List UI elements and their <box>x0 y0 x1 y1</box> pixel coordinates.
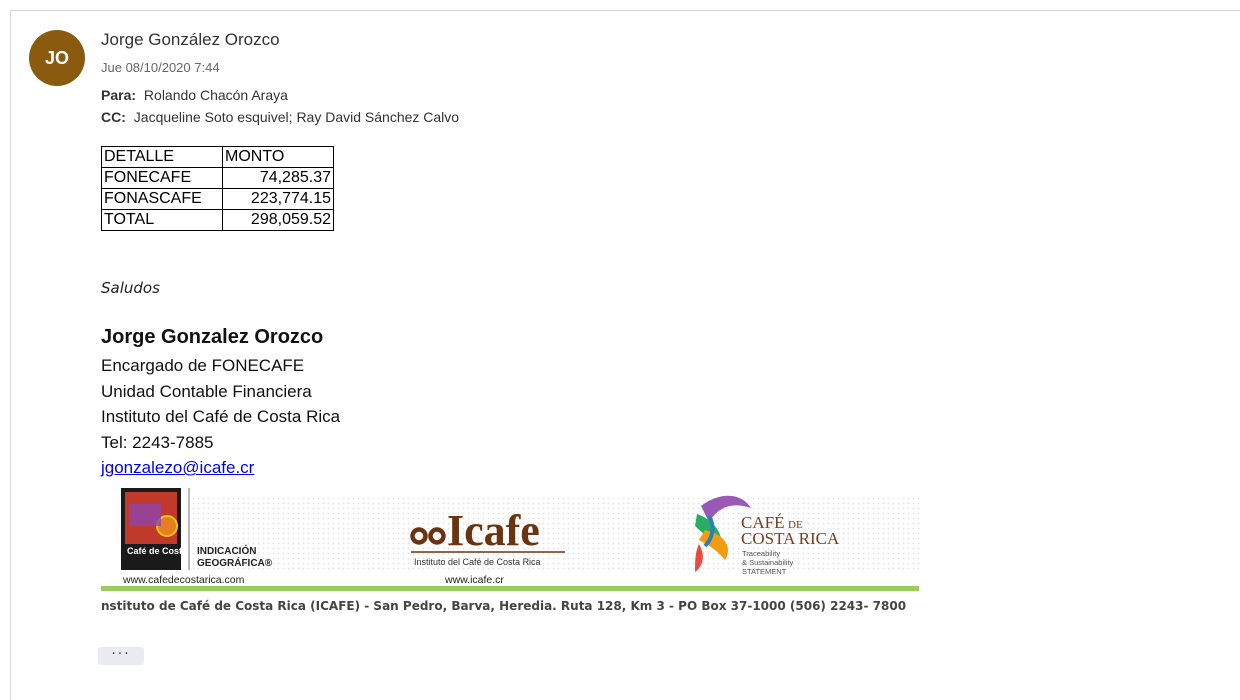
signature-role: Encargado de FONECAFE <box>101 356 305 375</box>
sent-date: Jue 08/10/2020 7:44 <box>101 60 220 75</box>
table-header-row: DETALLE MONTO <box>101 146 334 168</box>
table-cell: TOTAL <box>101 209 223 231</box>
cc-recipient-list[interactable]: Jacqueline Soto esquivel; Ray David Sánc… <box>134 109 459 125</box>
signature-email-link[interactable]: jgonzalezo@icafe.cr <box>101 458 254 477</box>
table-cell: FONASCAFE <box>101 188 223 210</box>
ig-line1: INDICACIÓN <box>197 544 256 557</box>
icafe-brand: Icafe <box>447 506 540 555</box>
to-recipients: Para: Rolando Chacón Araya <box>101 87 288 103</box>
site1-text: www.cafedecostarica.com <box>122 574 245 586</box>
table-cell: FONECAFE <box>101 167 223 189</box>
sender-name[interactable]: Jorge González Orozco <box>101 30 280 50</box>
trace-line1: Traceability <box>742 549 780 558</box>
signature-org: Instituto del Café de Costa Rica <box>101 407 341 426</box>
email-signature: Jorge Gonzalez Orozco Encargado de FONEC… <box>101 326 340 481</box>
trace-line2: & Sustainability <box>742 558 794 567</box>
footer-address: nstituto de Café de Costa Rica (ICAFE) -… <box>101 599 907 613</box>
table-row: FONASCAFE 223,774.15 <box>101 188 334 210</box>
icafe-tagline: Instituto del Café de Costa Rica <box>414 557 541 567</box>
site2-text: www.icafe.cr <box>444 574 504 586</box>
ig-line2: GEOGRÁFICA® <box>197 556 273 569</box>
amounts-table: DETALLE MONTO FONECAFE 74,285.37 FONASCA… <box>101 146 334 231</box>
table-row: FONECAFE 74,285.37 <box>101 167 334 189</box>
signature-unit: Unidad Contable Financiera <box>101 381 312 401</box>
to-label: Para: <box>101 87 137 103</box>
table-header-cell: MONTO <box>222 146 334 168</box>
signature-phone: Tel: 2243-7885 <box>101 432 214 452</box>
table-cell: 223,774.15 <box>222 188 334 210</box>
trace-line3: STATEMENT <box>742 567 787 576</box>
greeting-text: Saludos <box>101 279 160 297</box>
sender-avatar[interactable]: JO <box>29 30 85 86</box>
to-recipient[interactable]: Rolando Chacón Araya <box>144 87 288 103</box>
signature-name: Jorge Gonzalez Orozco <box>101 326 324 348</box>
banner-green-rule <box>101 586 919 591</box>
cc-label: CC: <box>101 109 126 125</box>
show-more-button[interactable]: ··· <box>98 647 144 665</box>
table-cell: 74,285.37 <box>222 167 334 189</box>
table-header-cell: DETALLE <box>101 146 223 168</box>
table-row: TOTAL 298,059.52 <box>101 209 334 231</box>
cc-recipients: CC: Jacqueline Soto esquivel; Ray David … <box>101 109 459 125</box>
cafe-line2: COSTA RICA <box>741 529 840 548</box>
table-cell: 298,059.52 <box>222 209 334 231</box>
avatar-initials: JO <box>44 47 69 68</box>
signature-banner: Café de Costa Rica INDICACIÓN GEOGRÁFICA… <box>101 488 921 591</box>
